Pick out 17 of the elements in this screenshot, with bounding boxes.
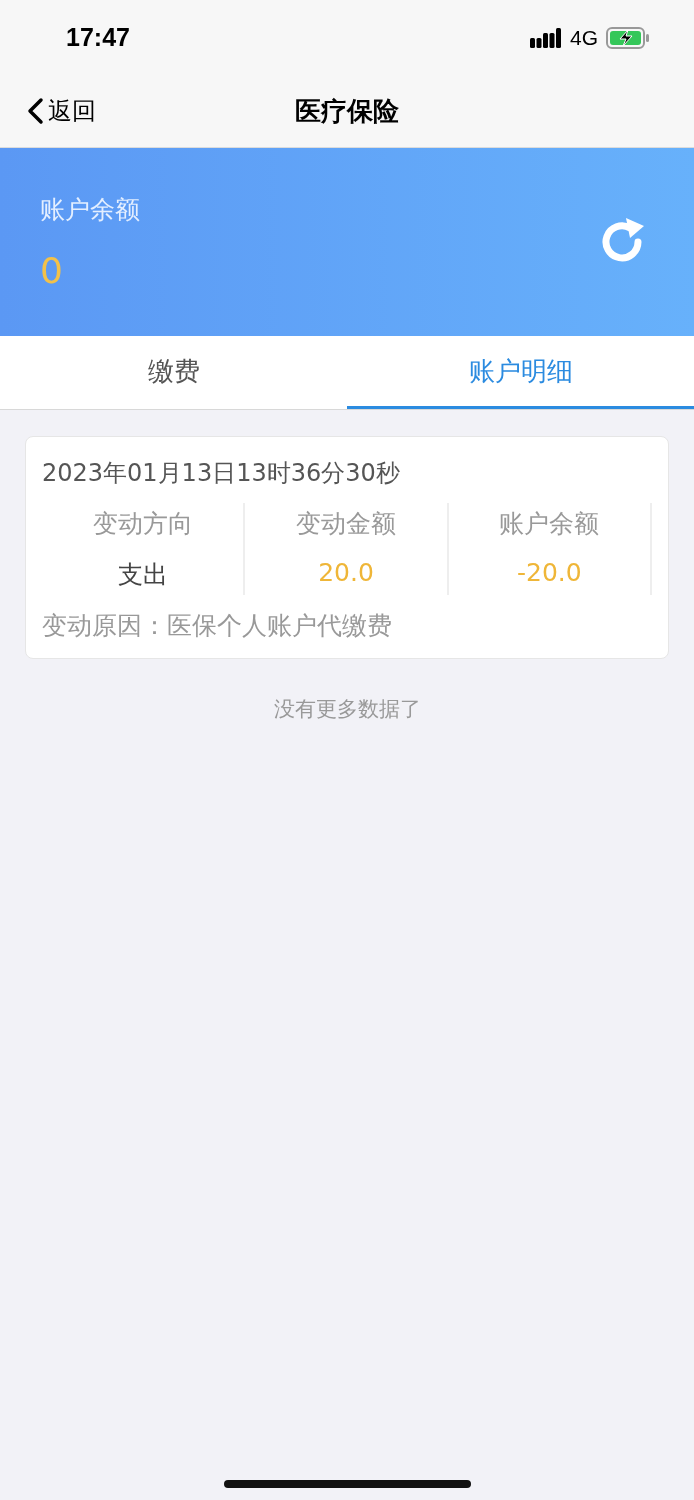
back-icon xyxy=(26,97,44,125)
column-header: 变动金额 xyxy=(296,508,396,540)
column-value: 支出 xyxy=(117,559,168,591)
change-reason: 变动原因：医保个人账户代缴费 xyxy=(42,610,393,642)
column-value: 20.0 xyxy=(318,558,374,587)
balance-label: 账户余额 xyxy=(40,194,140,226)
column-header: 变动方向 xyxy=(92,508,193,540)
network-label: 4G xyxy=(570,25,598,50)
back-button[interactable]: 返回 xyxy=(26,95,96,127)
record-timestamp: 2023年01月13日13时36分30秒 xyxy=(42,458,401,489)
balance-value: 0 xyxy=(40,250,64,291)
column-header: 账户余额 xyxy=(499,508,600,540)
column-value: -20.0 xyxy=(516,558,582,587)
end-note: 没有更多数据了 xyxy=(273,696,421,723)
signal-icon xyxy=(530,27,562,48)
status-time: 17:47 xyxy=(66,23,130,52)
page-title: 医疗保险 xyxy=(295,94,399,128)
